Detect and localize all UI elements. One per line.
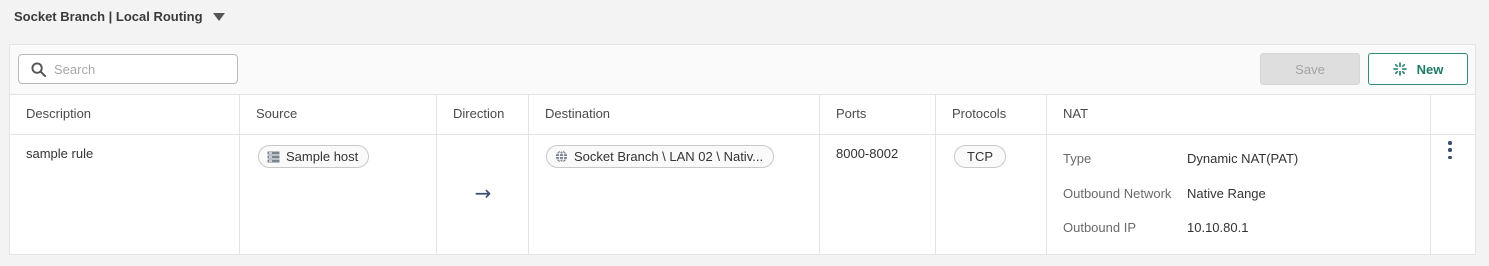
nat-value: 10.10.80.1 bbox=[1187, 220, 1249, 235]
column-header-source[interactable]: Source bbox=[240, 95, 437, 135]
globe-icon bbox=[555, 150, 568, 163]
ports-cell: 8000-8002 bbox=[820, 135, 936, 255]
nat-details: Type Dynamic NAT(PAT) Outbound Network N… bbox=[1063, 151, 1298, 255]
new-button-label: New bbox=[1416, 61, 1444, 77]
search-box[interactable] bbox=[18, 54, 238, 84]
page-header: Socket Branch | Local Routing bbox=[0, 0, 1489, 44]
breadcrumb[interactable]: Socket Branch | Local Routing bbox=[14, 9, 225, 24]
column-header-actions bbox=[1431, 95, 1477, 135]
nat-value: Native Range bbox=[1187, 185, 1266, 201]
nat-type-row: Type Dynamic NAT(PAT) bbox=[1063, 151, 1298, 186]
nat-outbound-network-row: Outbound Network Native Range bbox=[1063, 186, 1298, 221]
column-header-direction[interactable]: Direction bbox=[437, 95, 529, 135]
description-cell: sample rule bbox=[10, 135, 240, 255]
search-input[interactable] bbox=[54, 61, 214, 77]
page-title: Socket Branch | Local Routing bbox=[14, 9, 203, 24]
table-row[interactable]: sample rule Sample host → Socket Branch … bbox=[10, 135, 1475, 255]
nat-key: Type bbox=[1063, 151, 1092, 166]
destination-label: Socket Branch \ LAN 02 \ Nativ... bbox=[574, 149, 764, 164]
column-header-destination[interactable]: Destination bbox=[529, 95, 820, 135]
protocol-label: TCP bbox=[967, 149, 993, 164]
direction-cell: → bbox=[437, 135, 529, 255]
column-header-nat[interactable]: NAT bbox=[1047, 95, 1431, 135]
nat-key: Outbound IP bbox=[1063, 220, 1136, 235]
nat-cell: Type Dynamic NAT(PAT) Outbound Network N… bbox=[1047, 135, 1431, 255]
source-cell: Sample host bbox=[240, 135, 437, 255]
nat-key: Outbound Network bbox=[1063, 185, 1172, 201]
ports-value: 8000-8002 bbox=[836, 146, 899, 161]
column-header-protocols[interactable]: Protocols bbox=[936, 95, 1047, 135]
chevron-down-icon[interactable] bbox=[212, 13, 225, 21]
nat-outbound-ip-row: Outbound IP 10.10.80.1 bbox=[1063, 220, 1298, 255]
protocols-cell: TCP bbox=[936, 135, 1047, 255]
rule-description: sample rule bbox=[26, 146, 94, 161]
column-header-ports[interactable]: Ports bbox=[820, 95, 936, 135]
rules-panel: Save New Description Source Direction bbox=[9, 44, 1476, 255]
table-header: Description Source Direction Destination… bbox=[10, 95, 1475, 135]
destination-chip[interactable]: Socket Branch \ LAN 02 \ Nativ... bbox=[546, 145, 775, 168]
save-button[interactable]: Save bbox=[1260, 53, 1360, 85]
column-header-description[interactable]: Description bbox=[10, 95, 240, 135]
new-button[interactable]: New bbox=[1368, 53, 1468, 85]
nat-value: Dynamic NAT(PAT) bbox=[1187, 151, 1299, 166]
protocol-chip[interactable]: TCP bbox=[954, 145, 1006, 168]
save-button-label: Save bbox=[1295, 61, 1325, 77]
destination-cell: Socket Branch \ LAN 02 \ Nativ... bbox=[529, 135, 820, 255]
host-icon bbox=[267, 151, 280, 162]
search-icon bbox=[31, 61, 46, 77]
sparkle-icon bbox=[1392, 62, 1407, 76]
toolbar: Save New bbox=[10, 45, 1475, 95]
source-chip[interactable]: Sample host bbox=[258, 145, 370, 168]
source-label: Sample host bbox=[286, 149, 359, 164]
arrow-right-icon: → bbox=[474, 181, 492, 205]
more-vertical-icon[interactable] bbox=[1440, 141, 1460, 159]
